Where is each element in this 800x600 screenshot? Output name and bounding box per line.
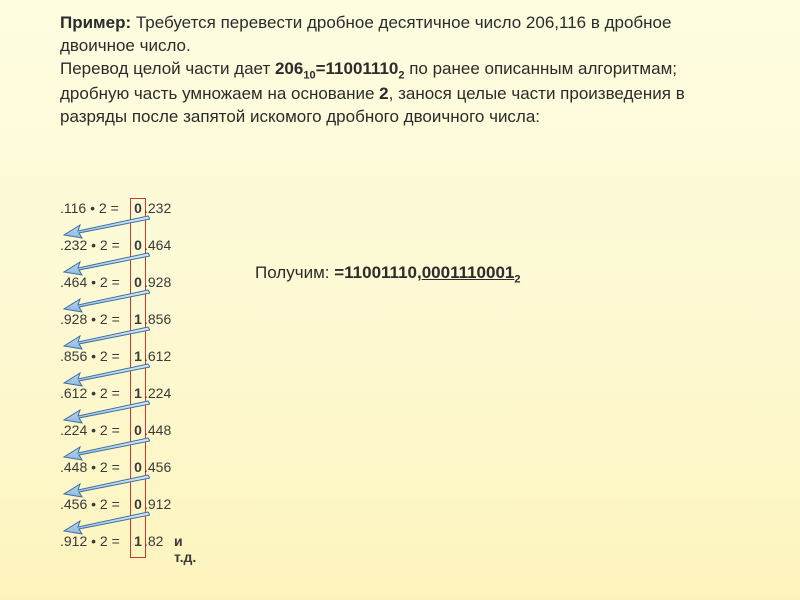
int-dec-base: 10 [303, 69, 315, 81]
label-example: Пример: [60, 13, 131, 32]
arrow-icon [62, 250, 150, 276]
calc-lhs: .912 • 2 = [60, 533, 124, 549]
arrow-icon [62, 472, 150, 498]
arrow-icon [62, 435, 150, 461]
title-line2a: Перевод целой части дает [60, 59, 275, 78]
arrow-icon [62, 287, 150, 313]
base-two: 2 [379, 84, 388, 103]
result-int: 11001110, [344, 263, 422, 282]
arrow-icon [62, 398, 150, 424]
slide: Пример: Требуется перевести дробное деся… [0, 0, 800, 600]
result-frac: 0001110001 [422, 263, 515, 282]
calc-digit: 1 [132, 533, 144, 549]
calc-rhs: .82 [144, 533, 163, 549]
result-eq: = [334, 263, 344, 282]
arrow-icon [62, 361, 150, 387]
arrow-icon [62, 324, 150, 350]
int-dec: 206 [275, 59, 303, 78]
title-block: Пример: Требуется перевести дробное деся… [60, 12, 750, 129]
result-line: Получим: =11001110,00011100012 [255, 263, 521, 285]
int-bin: 11001110 [326, 59, 399, 78]
etc-label: и т.д. [174, 533, 196, 565]
arrow-icon [62, 213, 150, 239]
arrow-icon [62, 509, 150, 535]
result-label: Получим: [255, 263, 334, 282]
title-line1: Требуется перевести дробное десятичное ч… [60, 13, 671, 55]
eq-sign: = [316, 59, 326, 78]
result-base: 2 [514, 273, 520, 285]
